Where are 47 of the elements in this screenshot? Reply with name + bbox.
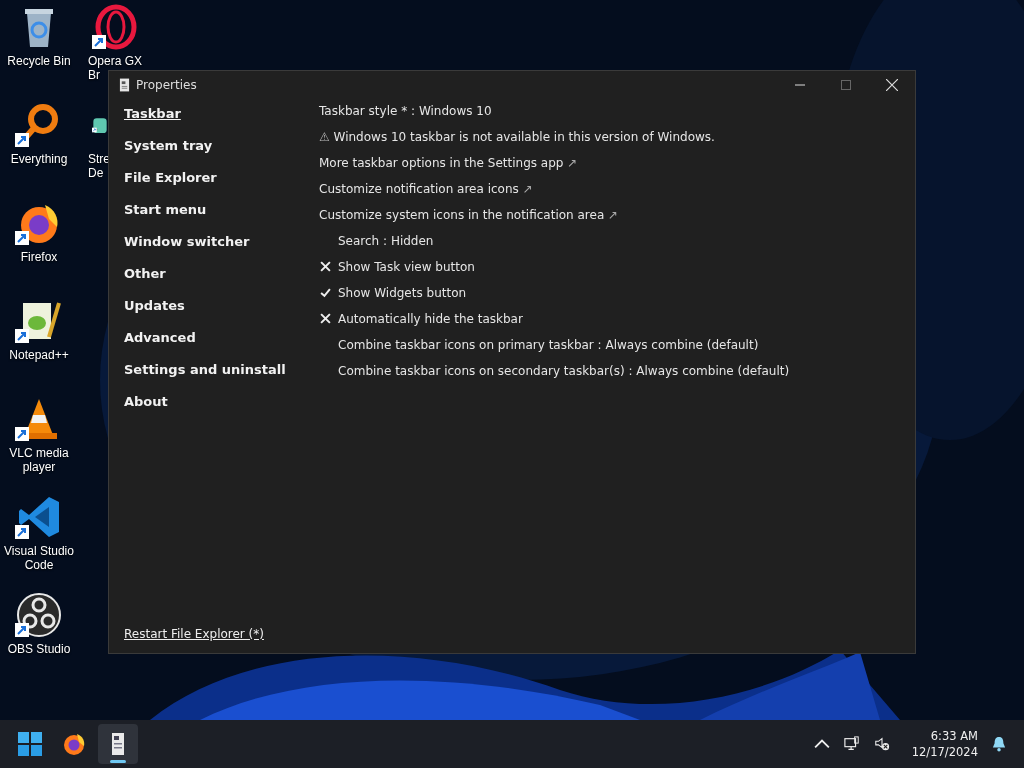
windows-logo-icon xyxy=(18,732,42,756)
network-icon[interactable] xyxy=(843,736,860,752)
sidebar-item[interactable]: Settings and uninstall xyxy=(124,361,286,393)
sidebar-item[interactable]: File Explorer xyxy=(124,169,217,201)
setting-option[interactable]: Show Task view button xyxy=(338,259,475,275)
restart-link[interactable]: Restart File Explorer (*) xyxy=(124,627,264,641)
minimize-icon xyxy=(795,84,805,86)
desktop-icon-label: De xyxy=(88,166,104,180)
desktop-icon-label: Everything xyxy=(10,152,68,166)
settings-link[interactable]: More taskbar options in the Settings app ↗ xyxy=(319,155,578,171)
desktop-icon-label: Firefox xyxy=(20,250,58,264)
clock-date: 12/17/2024 xyxy=(911,744,978,760)
sidebar-item[interactable]: System tray xyxy=(124,137,213,169)
desktop-icon-label: Recycle Bin xyxy=(7,54,71,68)
desktop-icon-label: Br xyxy=(88,68,100,82)
desktop-icon-label: OBS Studio xyxy=(7,642,71,656)
warning-message: ⚠ Windows 10 taskbar is not available in this version of Windows. xyxy=(319,129,715,145)
sidebar-item[interactable]: About xyxy=(124,393,168,425)
setting-option[interactable]: Search : Hidden xyxy=(338,233,434,249)
fox-globe-icon xyxy=(62,732,86,756)
close-icon xyxy=(886,79,898,91)
desktop-icon-label: Visual Studio Code xyxy=(4,544,74,572)
bell-icon[interactable] xyxy=(992,736,1006,752)
window-title: Properties xyxy=(136,78,197,92)
setting-option[interactable]: Combine taskbar icons on primary taskbar : Always combine (default) xyxy=(338,337,759,353)
setting-option[interactable]: Automatically hide the taskbar xyxy=(338,311,523,327)
clock[interactable]: 6:33 AM 12/17/2024 xyxy=(911,728,978,760)
muted-speaker-icon[interactable] xyxy=(873,736,890,752)
sidebar-item[interactable]: Taskbar xyxy=(124,105,181,137)
app-document-icon xyxy=(119,78,130,92)
sidebar-item[interactable]: Window switcher xyxy=(124,233,250,265)
sidebar-item[interactable]: Updates xyxy=(124,297,185,329)
sidebar-item[interactable]: Other xyxy=(124,265,166,297)
taskbar-button[interactable] xyxy=(98,724,138,764)
obs-ring-icon[interactable] xyxy=(15,591,63,639)
maximize-icon xyxy=(841,80,851,90)
settings-link[interactable]: Customize system icons in the notification area ↗ xyxy=(319,207,619,223)
setting-option[interactable]: Show Widgets button xyxy=(338,285,467,301)
desktop-icon-label: Notepad++ xyxy=(9,348,69,362)
desktop-icon-label: Opera GX xyxy=(88,54,143,68)
sidebar-item[interactable]: Start menu xyxy=(124,201,207,233)
sidebar-item[interactable]: Advanced xyxy=(124,329,196,361)
setting-option[interactable]: Combine taskbar icons on secondary taskbar(s) : Always combine (default) xyxy=(338,363,790,379)
clock-time: 6:33 AM xyxy=(930,728,978,744)
settings-link[interactable]: Customize notification area icons ↗ xyxy=(319,181,533,197)
desktop-icon-label: VLC media player xyxy=(9,446,69,474)
setting-text[interactable]: Taskbar style * : Windows 10 xyxy=(319,103,492,119)
